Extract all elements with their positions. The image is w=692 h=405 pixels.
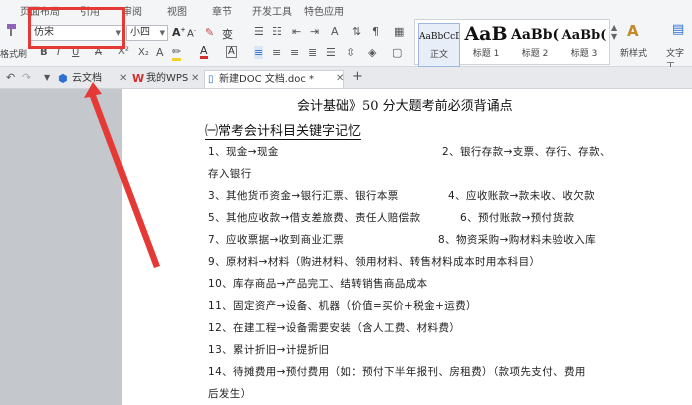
style-preview: AaB [464, 23, 508, 45]
menu-review[interactable]: 审阅 [122, 3, 142, 18]
document-subtitle: ㈠常考会计科目关键字记忆 [205, 120, 362, 140]
wps-logo-icon: W [132, 72, 145, 85]
font-color-icon[interactable]: A [200, 45, 208, 59]
clear-format-icon[interactable]: ✎ [205, 26, 214, 39]
style-heading-3[interactable]: AaBb( 标题 3 [561, 23, 607, 67]
document-page[interactable]: 会计基础》50 分大题考前必须背诵点 ㈠常考会计科目关键字记忆 1、现金→现金 … [122, 89, 692, 405]
style-preview: AaBb( [561, 28, 607, 43]
style-name: 正文 [429, 50, 448, 60]
doc-line: 12、在建工程→设备需要安装（含人工费、材料费） [208, 322, 461, 334]
document-tab-bar: ↶ ↷ ▼ ⬢ 云文档 ✕ W 我的WPS ✕ ▯ 新建DOC 文档.doc *… [0, 67, 692, 89]
borders-icon[interactable]: ▢ [392, 46, 402, 59]
font-size-value: 小四 [130, 27, 150, 38]
doc-line: 5、其他应收款→借支差旅费、责任人赔偿款 [208, 212, 421, 224]
grow-font-icon[interactable]: A+ [172, 26, 186, 39]
tab-label: 新建DOC 文档.doc * [219, 74, 315, 85]
style-normal[interactable]: AaBbCcD 正文 [418, 23, 460, 67]
annotation-highlight-box [28, 7, 125, 49]
text-effect-icon[interactable]: A [156, 46, 164, 59]
subscript-icon[interactable]: X₂ [138, 47, 149, 58]
style-heading-2[interactable]: AaBb( 标题 2 [511, 23, 559, 67]
sort-icon[interactable]: ⇅ [352, 25, 361, 38]
close-icon[interactable]: ✕ [119, 70, 127, 88]
quick-access-dropdown-icon[interactable]: ▼ [44, 73, 50, 82]
doc-line: 6、预付账款→预付货款 [460, 212, 575, 224]
increase-indent-icon[interactable]: ⇥ [310, 25, 319, 38]
doc-line: 3、其他货币资金→银行汇票、银行本票 [208, 190, 399, 202]
style-gallery: AaBbCcD 正文 AaB 标题 1 AaBb( 标题 2 AaBb( 标题 … [414, 19, 610, 67]
tab-label: 我的WPS [146, 73, 189, 84]
doc-line: 8、物资采购→购材料未验收入库 [438, 234, 596, 246]
format-painter-label[interactable]: 格式刷 [0, 47, 27, 60]
document-icon: ▯ [208, 74, 214, 85]
chinese-layout-icon[interactable]: A [331, 25, 339, 38]
tab-new-doc[interactable]: ▯ 新建DOC 文档.doc * [204, 70, 344, 88]
font-size-select[interactable]: 小四 ▼ [126, 25, 168, 41]
style-preview: AaBb( [511, 27, 559, 43]
align-left-icon[interactable]: ≡ [254, 46, 264, 59]
doc-line: 9、原材料→材料（购进材料、领用材料、转售材料成本时用本科目） [208, 256, 541, 268]
menu-developer[interactable]: 开发工具 [252, 3, 292, 18]
format-painter-icon[interactable] [4, 23, 18, 37]
distribute-icon[interactable]: ☰ [326, 46, 336, 59]
doc-line: 14、待摊费用→预付费用（如：预付下半年报刊、房租费）（款项先支付、费用 [208, 366, 586, 378]
table-icon[interactable]: ▦ [394, 25, 404, 38]
numbering-icon[interactable]: ☷ [272, 25, 282, 38]
document-title: 会计基础》50 分大题考前必须背诵点 [297, 99, 513, 114]
bullets-icon[interactable]: ☰ [254, 25, 264, 38]
style-name: 标题 2 [521, 49, 549, 59]
undo-icon[interactable]: ↶ [6, 71, 15, 84]
align-center-icon[interactable]: ≡ [272, 46, 281, 59]
phonetic-icon[interactable]: 变 [222, 26, 233, 42]
shrink-font-icon[interactable]: A- [187, 27, 196, 39]
style-heading-1[interactable]: AaB 标题 1 [463, 23, 509, 67]
cloud-icon: ⬢ [58, 72, 68, 85]
close-icon[interactable]: ✕ [336, 70, 344, 88]
gallery-scroll-icon[interactable]: ▲ ▼ [611, 23, 617, 41]
tab-my-wps[interactable]: W 我的WPS [132, 70, 188, 88]
new-style-icon[interactable]: A [627, 22, 639, 40]
align-right-icon[interactable]: ≡ [290, 46, 299, 59]
menu-view[interactable]: 视图 [167, 3, 187, 18]
left-margin-pane [0, 89, 122, 405]
doc-line: 存入银行 [208, 168, 252, 180]
workspace: ▤▾ 会计基础》50 分大题考前必须背诵点 ㈠常考会计科目关键字记忆 1、现金→… [0, 89, 692, 405]
tab-cloud-docs[interactable]: ⬢ 云文档 [58, 70, 102, 88]
doc-line: 1、现金→现金 [208, 146, 279, 158]
doc-line: 2、银行存款→支票、存行、存款、 [442, 146, 611, 158]
doc-line: 13、累计折旧→计提折旧 [208, 344, 330, 356]
doc-line: 7、应收票据→收到商业汇票 [208, 234, 345, 246]
style-name: 标题 3 [570, 49, 598, 59]
char-border-icon[interactable]: A [226, 46, 237, 58]
text-tools-icon[interactable]: ▤ [672, 22, 684, 37]
decrease-indent-icon[interactable]: ⇤ [292, 25, 301, 38]
redo-icon[interactable]: ↷ [22, 71, 31, 84]
tab-label: 云文档 [72, 73, 102, 84]
close-icon[interactable]: ✕ [191, 70, 199, 88]
new-tab-button[interactable]: + [352, 69, 363, 84]
new-style-label[interactable]: 新样式 [620, 46, 647, 59]
show-marks-icon[interactable]: ¶ [372, 25, 379, 38]
style-name: 标题 1 [472, 49, 500, 59]
shading-icon[interactable]: ◈ [368, 46, 376, 59]
menu-section[interactable]: 章节 [212, 3, 232, 18]
doc-line: 后发生） [208, 388, 252, 400]
doc-line: 11、固定资产→设备、机器（价值=买价+税金+运费） [208, 300, 477, 312]
doc-line: 10、库存商品→产品完工、结转销售商品成本 [208, 278, 428, 290]
chevron-down-icon: ▼ [159, 29, 165, 37]
style-preview: AaBbCcD [419, 32, 459, 42]
justify-icon[interactable]: ≣ [308, 46, 317, 59]
doc-line: 4、应收账款→款未收、收欠款 [448, 190, 596, 202]
line-spacing-icon[interactable]: ⇳ [346, 46, 355, 59]
menu-special[interactable]: 特色应用 [304, 3, 344, 18]
highlight-color-icon[interactable]: ✏ [172, 45, 182, 61]
